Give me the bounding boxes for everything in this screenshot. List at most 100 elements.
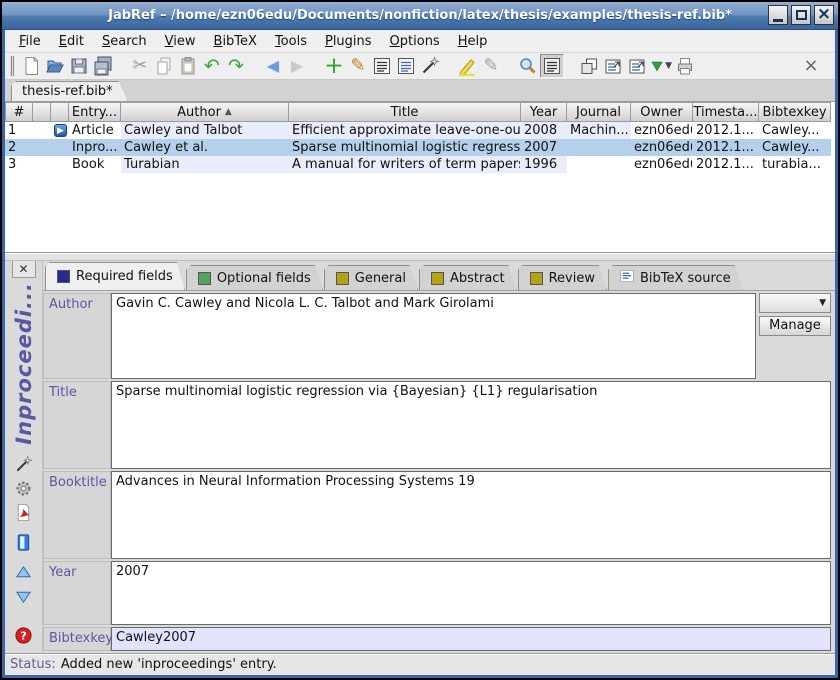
split-divider[interactable] [5, 253, 835, 261]
maximize-icon [796, 10, 807, 20]
push-to-editor-icon[interactable] [625, 54, 649, 78]
table-row[interactable]: 2Inpro...Cawley et al.Sparse multinomial… [5, 139, 835, 156]
column-header-bibtexkey[interactable]: Bibtexkey [759, 102, 831, 122]
wizard-icon[interactable] [418, 54, 442, 78]
column-header-owner[interactable]: Owner [631, 102, 693, 122]
open-file-button[interactable] [12, 533, 36, 557]
tab-bibtex-source[interactable]: BibTeX source [608, 265, 743, 290]
cell-year: 2007 [521, 139, 567, 156]
cut-icon[interactable]: ✂ [128, 54, 152, 78]
openoffice-icon[interactable]: ▼ [649, 54, 673, 78]
tab-label: Optional fields [217, 271, 311, 286]
save-database-icon[interactable] [67, 54, 91, 78]
column-header-journal[interactable]: Journal [567, 102, 631, 122]
copy-icon[interactable] [152, 54, 176, 78]
cell-title: Sparse multinomial logistic regressi... [289, 139, 521, 156]
tab-optional-fields[interactable]: Optional fields [186, 265, 323, 290]
undo-icon[interactable]: ↶ [200, 54, 224, 78]
tab-review[interactable]: Review [518, 265, 607, 290]
minimize-button[interactable] [768, 5, 788, 25]
toggle-entry-preview-icon[interactable] [540, 54, 564, 78]
menu-view[interactable]: View [159, 32, 202, 51]
table-row[interactable]: 3BookTurabianA manual for writers of ter… [5, 156, 835, 173]
maximize-button[interactable] [791, 5, 811, 25]
tab-label: Required fields [76, 269, 173, 284]
help-button[interactable]: ? [12, 625, 36, 649]
menu-tools[interactable]: Tools [269, 32, 313, 51]
close-database-icon[interactable]: × [799, 54, 823, 78]
tab-color-icon [431, 272, 444, 285]
cell-entrytype: Book [69, 156, 121, 173]
menu-plugins[interactable]: Plugins [319, 32, 378, 51]
mark-entries-icon[interactable] [455, 54, 479, 78]
cell-bibtexkey: turabia... [759, 156, 831, 173]
table-row[interactable]: 1▶ArticleCawley and TalbotEfficient appr… [5, 122, 835, 139]
duplicate-entry-icon[interactable] [577, 54, 601, 78]
tab-abstract[interactable]: Abstract [419, 265, 517, 290]
manage-button[interactable]: Manage [759, 316, 831, 336]
entry-table-header: # Entry...Author▲TitleYearJournalOwnerTim… [5, 102, 835, 122]
new-database-icon[interactable] [19, 54, 43, 78]
column-header-[interactable]: # [5, 102, 33, 122]
menu-options[interactable]: Options [384, 32, 446, 51]
tab-general[interactable]: General [324, 265, 418, 290]
menu-help[interactable]: Help [452, 32, 494, 51]
previous-entry-button[interactable] [12, 563, 36, 587]
entry-editor-fields: AuthorGavin C. Cawley and Nicola L. C. T… [43, 291, 835, 653]
autoset-button[interactable] [12, 479, 36, 503]
cell-bibtexkey: Cawley... [759, 122, 831, 139]
menu-file[interactable]: File [13, 32, 47, 51]
menu-edit[interactable]: Edit [53, 32, 90, 51]
entry-editor-close-button[interactable]: ✕ [12, 261, 36, 278]
bibtexkey-field[interactable]: Cawley2007 [111, 627, 831, 651]
up-arrow-icon [14, 563, 33, 586]
print-entry-preview-icon[interactable] [673, 54, 697, 78]
generate-key-button[interactable] [12, 455, 36, 479]
year-field[interactable]: 2007 [111, 561, 831, 625]
main-content: File Edit Search View BibTeX Tools Plugins Opti… [5, 30, 835, 675]
tab-color-icon [57, 270, 70, 283]
field-label-year: Year [43, 561, 111, 625]
unmark-entries-icon[interactable]: ✎ [479, 54, 503, 78]
back-icon[interactable]: ◀ [261, 54, 285, 78]
next-entry-button[interactable] [12, 587, 36, 611]
menu-bibtex[interactable]: BibTeX [208, 32, 263, 51]
booktitle-field[interactable]: Advances in Neural Information Processin… [111, 471, 831, 559]
title-field[interactable]: Sparse multinomial logistic regression v… [111, 381, 831, 469]
redo-icon[interactable]: ↷ [224, 54, 248, 78]
edit-entry-icon[interactable]: ✎ [346, 54, 370, 78]
database-tab[interactable]: thesis-ref.bib* [11, 81, 128, 101]
open-pdf-button[interactable] [12, 503, 36, 527]
cell-year: 2008 [521, 122, 567, 139]
field-label-booktitle: Booktitle [43, 471, 111, 559]
toolbar-handle[interactable] [10, 56, 14, 76]
new-entry-icon[interactable]: + [322, 54, 346, 78]
author-field[interactable]: Gavin C. Cawley and Nicola L. C. Talbot … [111, 293, 756, 379]
open-database-icon[interactable] [43, 54, 67, 78]
push-to-application-icon[interactable] [601, 54, 625, 78]
column-header-author[interactable]: Author▲ [121, 102, 289, 122]
column-header-entry[interactable]: Entry... [69, 102, 121, 122]
column-header-timesta[interactable]: Timesta... [693, 102, 759, 122]
minimize-icon [773, 19, 783, 22]
author-names-dropdown[interactable]: ▼ [759, 293, 831, 313]
search-icon[interactable] [516, 54, 540, 78]
close-button[interactable]: × [814, 5, 834, 25]
cell-marker [33, 122, 51, 139]
status-bar: Status: Added new 'inproceedings' entry. [5, 653, 835, 675]
menu-search[interactable]: Search [96, 32, 153, 51]
tab-required-fields[interactable]: Required fields [45, 262, 185, 290]
author-field-controls: ▼ Manage [759, 293, 831, 379]
save-all-icon[interactable] [91, 54, 115, 78]
toggle-groups-icon[interactable] [370, 54, 394, 78]
column-header-title[interactable]: Title [289, 102, 521, 122]
titlebar: JabRef – /home/ezn06edu/Documents/nonfic… [2, 2, 838, 30]
field-row-year: Year2007 [43, 561, 835, 625]
forward-icon[interactable]: ▶ [285, 54, 309, 78]
column-header-icon1[interactable] [33, 102, 51, 122]
column-header-year[interactable]: Year [521, 102, 567, 122]
column-header-icon2[interactable] [51, 102, 69, 122]
url-icon[interactable]: ▶ [54, 124, 67, 137]
toggle-preview-icon[interactable] [394, 54, 418, 78]
paste-icon[interactable] [176, 54, 200, 78]
